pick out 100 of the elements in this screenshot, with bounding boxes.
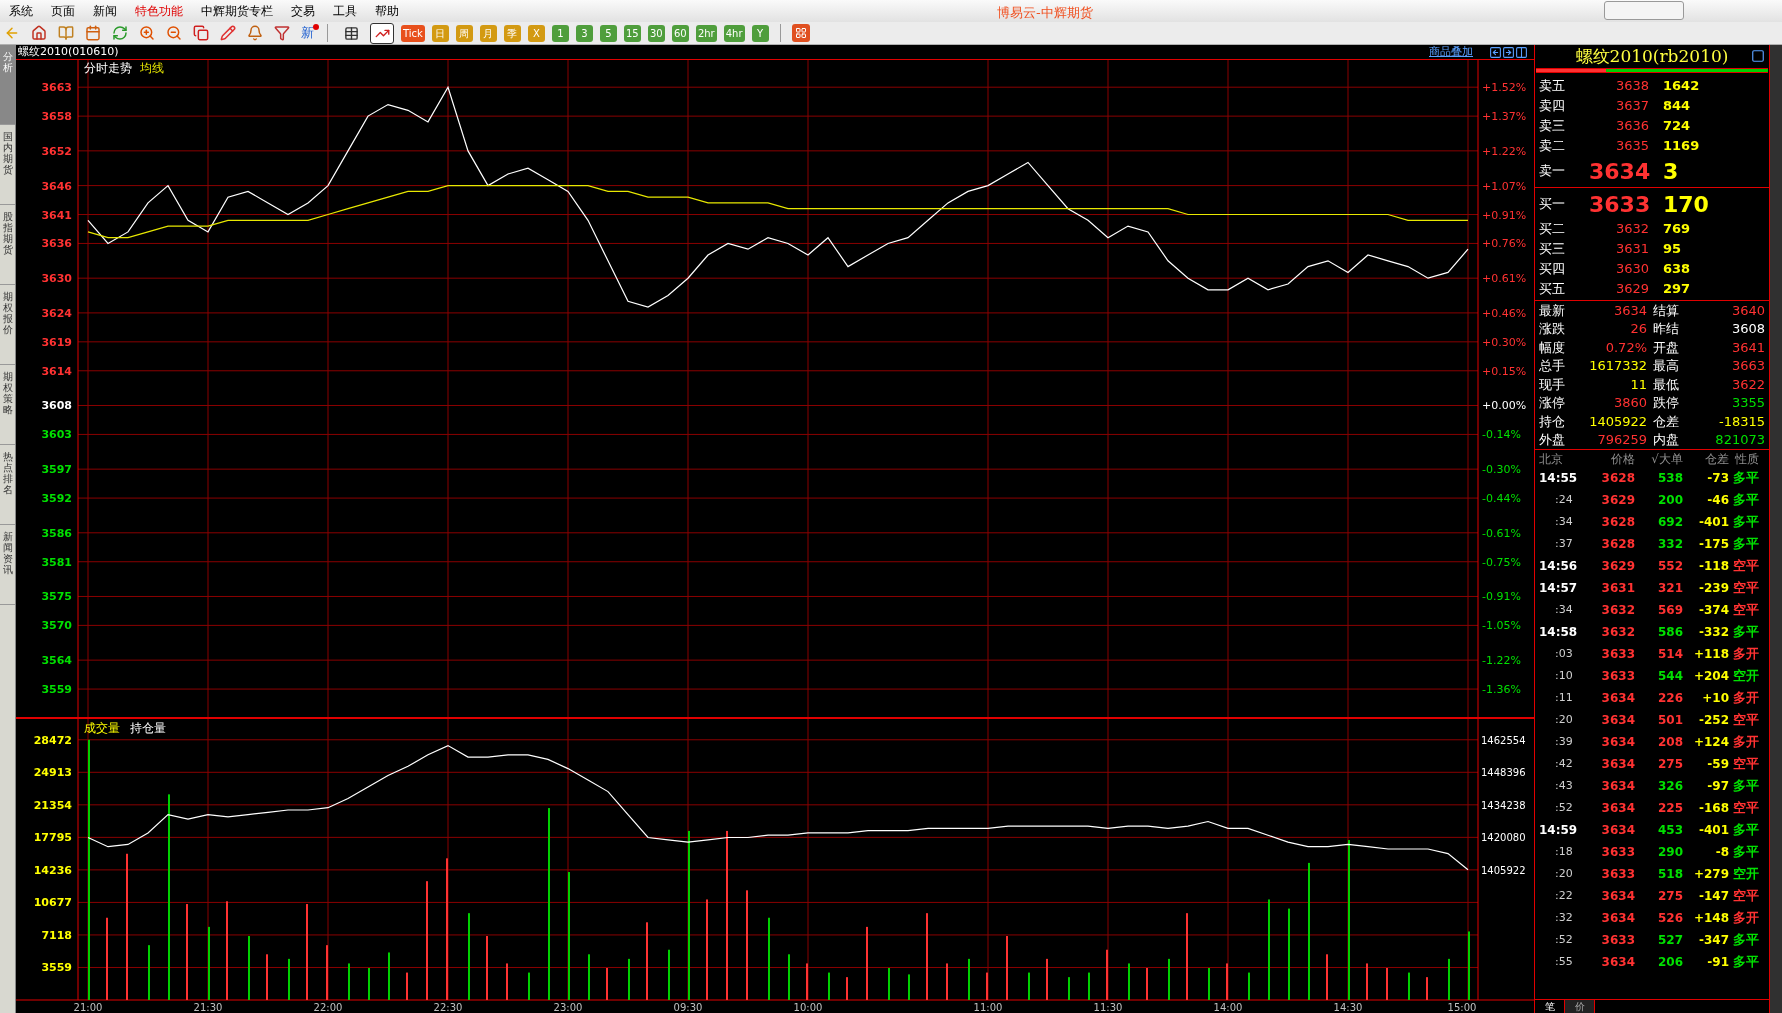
scroll-left-icon[interactable]	[1489, 45, 1502, 59]
menu-item[interactable]: 工具	[324, 2, 366, 20]
tick-volume: 514	[1656, 646, 1683, 663]
maximize-icon[interactable]	[1751, 49, 1765, 63]
open-interest-axis-label: 1405922	[1481, 864, 1526, 876]
menu-item[interactable]: 系统	[0, 2, 42, 20]
legend-label: 均线	[140, 61, 164, 75]
column-header: √大单	[1650, 450, 1683, 468]
tick-time: :03	[1554, 645, 1574, 662]
period-button[interactable]: 1	[551, 24, 569, 42]
period-button[interactable]: 30	[647, 24, 665, 42]
tick-nature: 多平	[1733, 843, 1759, 862]
period-button[interactable]: 60	[671, 24, 689, 42]
order-book-price: 3630	[1614, 260, 1649, 279]
home-button[interactable]	[29, 23, 49, 43]
tick-volume: 332	[1656, 536, 1683, 553]
menu-item[interactable]: 交易	[282, 2, 324, 20]
period-button[interactable]: 3	[575, 24, 593, 42]
tick-nature: 多平	[1733, 953, 1759, 972]
refresh-button[interactable]	[110, 23, 130, 43]
grid-icon	[794, 27, 807, 39]
calendar-icon	[85, 25, 101, 41]
period-button[interactable]: 2hr	[695, 24, 717, 42]
menu-item[interactable]: 帮助	[366, 2, 408, 20]
tick-time: 14:59	[1539, 822, 1579, 839]
side-tab[interactable]: 热点排名	[0, 445, 15, 525]
side-tab[interactable]: 新闻资讯	[0, 525, 15, 605]
side-tab[interactable]: 股指期货	[0, 205, 15, 285]
percent-axis-label: +0.91%	[1482, 208, 1527, 222]
side-tab[interactable]: 国内期货	[0, 125, 15, 205]
tick-nature: 多开	[1733, 733, 1759, 752]
percent-axis-label: +0.61%	[1482, 272, 1527, 286]
tick-nature: 多平	[1733, 623, 1759, 642]
price-axis-label: 3564	[41, 654, 72, 668]
tick-price: 3632	[1600, 624, 1635, 641]
pencil-button[interactable]	[218, 23, 238, 43]
refresh-icon	[112, 25, 128, 41]
tick-nature: 多平	[1733, 491, 1759, 510]
side-tab[interactable]: 期权报价	[0, 285, 15, 365]
order-book-volume: 170	[1663, 190, 1709, 219]
open-interest-axis-label: 1420080	[1481, 832, 1526, 844]
menu-item[interactable]: 页面	[42, 2, 84, 20]
tick-volume: 544	[1656, 668, 1683, 685]
period-button[interactable]: 5	[599, 24, 617, 42]
percent-axis-label: -0.44%	[1482, 492, 1521, 506]
tick-price: 3629	[1600, 558, 1635, 575]
stat-value: 0.72%	[1604, 338, 1648, 357]
filter-button[interactable]	[272, 23, 292, 43]
scrollbar[interactable]	[1770, 45, 1782, 1013]
order-book-price: 3637	[1614, 97, 1649, 116]
time-axis-label: 14:30	[1333, 1002, 1363, 1013]
tick-nature: 多平	[1733, 777, 1759, 796]
tick-price: 3634	[1600, 822, 1635, 839]
calendar-button[interactable]	[83, 23, 103, 43]
scroll-right-icon[interactable]	[1502, 45, 1515, 59]
column-header: 价格	[1610, 450, 1635, 468]
zoom-out-button[interactable]	[164, 23, 184, 43]
zoom-in-button[interactable]	[137, 23, 157, 43]
tick-time: :42	[1554, 755, 1574, 772]
news-button[interactable]: 新	[299, 23, 316, 43]
bottom-tab[interactable]: 价	[1565, 1000, 1595, 1013]
period-button[interactable]: Y	[751, 24, 769, 42]
tick-volume: 200	[1656, 492, 1683, 509]
overlay-link[interactable]: 商品叠加	[1429, 45, 1473, 59]
tick-price: 3628	[1600, 536, 1635, 553]
contract-title: 螺纹2010(rb2010)	[1575, 44, 1729, 68]
stat-value: 3663	[1730, 357, 1765, 375]
stat-value: -18315	[1717, 412, 1765, 431]
tick-volume: 552	[1656, 558, 1683, 575]
tick-oi-change: -8	[1714, 844, 1729, 861]
tick-volume: 526	[1656, 910, 1683, 927]
windows-button[interactable]	[191, 23, 211, 43]
menu-item[interactable]: 特色功能	[126, 2, 192, 20]
tick-time: :20	[1554, 865, 1574, 882]
side-tab[interactable]: 分析	[0, 45, 15, 125]
book-button[interactable]	[56, 23, 76, 43]
tick-volume: 518	[1656, 866, 1683, 883]
layout-icon[interactable]	[1515, 45, 1528, 59]
price-axis-label: 3624	[41, 306, 72, 320]
volume-axis-label: 17795	[33, 831, 72, 845]
volume-axis-label: 7118	[41, 928, 72, 942]
tick-nature: 空平	[1733, 557, 1759, 576]
menu-item[interactable]: 中辉期货专栏	[192, 2, 282, 20]
volume-axis-label: 21354	[33, 798, 72, 812]
window-button[interactable]	[1604, 1, 1684, 20]
time-axis-label: 14:00	[1213, 1002, 1243, 1013]
order-book-volume: 638	[1663, 260, 1691, 279]
period-button[interactable]: 15	[623, 24, 641, 42]
side-tab[interactable]: 期权策略	[0, 365, 15, 445]
tick-oi-change: -97	[1706, 778, 1729, 795]
bell-button[interactable]	[245, 23, 265, 43]
stat-value: 3640	[1730, 301, 1765, 320]
stat-value: 3641	[1730, 338, 1765, 357]
period-button[interactable]: Tick	[401, 24, 425, 42]
tick-price: 3633	[1600, 866, 1635, 883]
chart-view-button[interactable]	[370, 22, 394, 44]
menu-item[interactable]: 新闻	[84, 2, 126, 20]
volume-axis-label: 28472	[33, 733, 72, 747]
period-button[interactable]: 4hr	[723, 24, 745, 42]
grid-button[interactable]	[791, 24, 810, 42]
